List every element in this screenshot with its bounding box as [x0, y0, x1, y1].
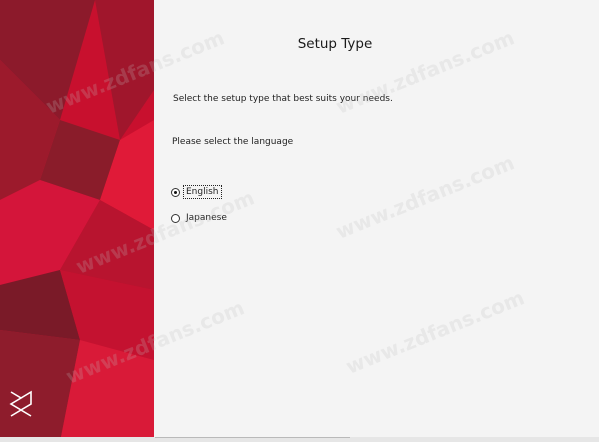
language-prompt-text: Please select the language [172, 137, 294, 147]
radio-label-japanese[interactable]: Japanese [184, 212, 229, 224]
radio-label-english[interactable]: English [183, 185, 222, 199]
setup-content-panel: Setup Type Select the setup type that be… [155, 0, 599, 437]
setup-instruction-text: Select the setup type that best suits yo… [173, 94, 393, 104]
bottom-divider [155, 437, 350, 438]
language-option-japanese[interactable]: Japanese [171, 211, 229, 225]
page-title: Setup Type [297, 36, 373, 52]
radio-button-english[interactable] [171, 187, 180, 197]
language-option-english[interactable]: English [171, 185, 222, 199]
geometric-background [0, 0, 154, 442]
side-banner [0, 0, 154, 442]
solidworks-logo-icon [9, 390, 32, 417]
radio-button-japanese[interactable] [171, 213, 180, 223]
